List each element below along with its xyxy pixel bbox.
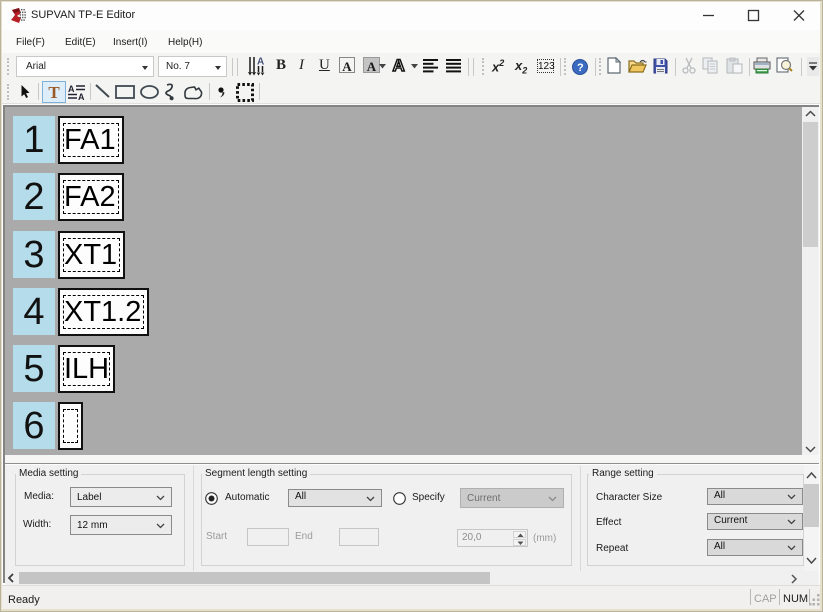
svg-text:A: A <box>68 84 75 94</box>
svg-text:A: A <box>257 57 264 68</box>
svg-text:A: A <box>78 92 85 100</box>
svg-text:?: ? <box>577 62 584 74</box>
svg-text:A: A <box>393 56 405 74</box>
